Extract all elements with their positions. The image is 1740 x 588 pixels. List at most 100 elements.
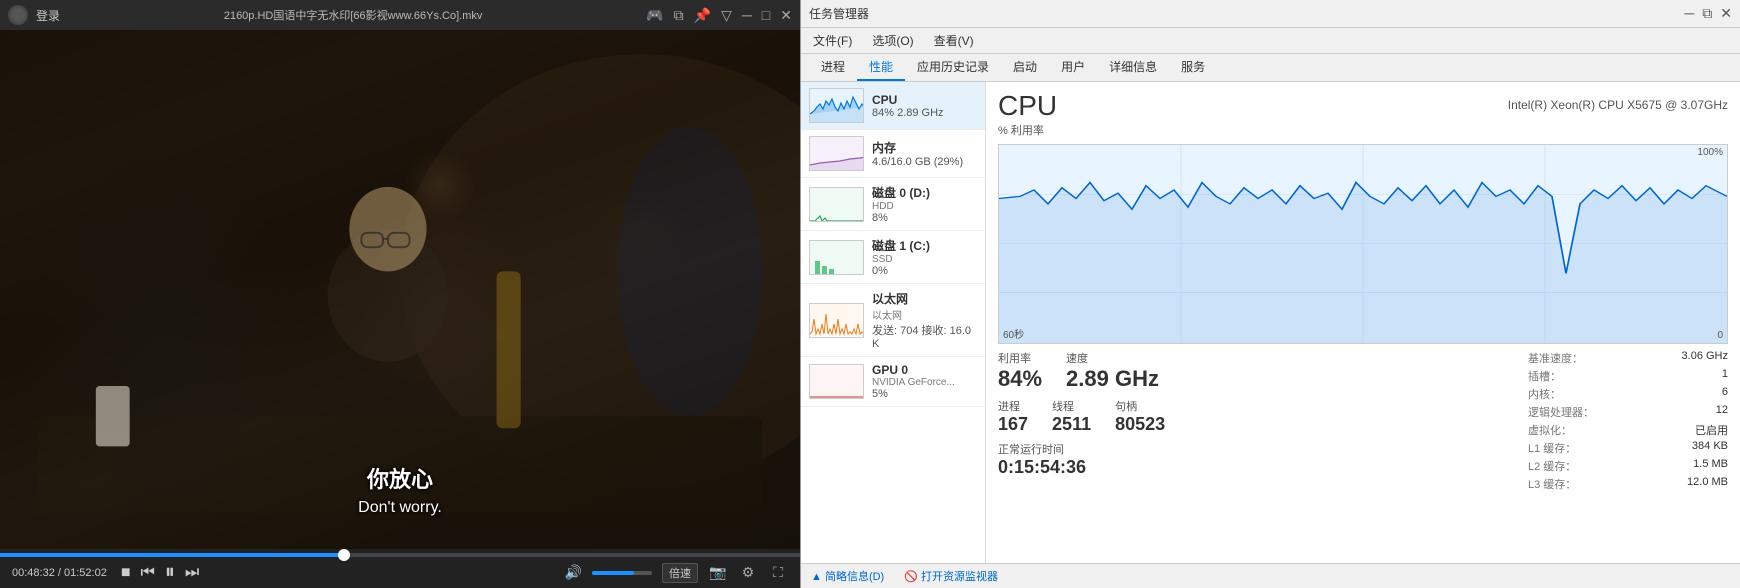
tab-process[interactable]: 进程 (809, 54, 857, 81)
window-pin-icon[interactable]: 📌 (694, 7, 711, 24)
window-menu-icon[interactable]: ▽ (721, 7, 732, 24)
disk1-mini-chart (809, 240, 864, 275)
settings-icon[interactable]: ⚙ (738, 563, 758, 583)
play-pause-button[interactable]: ⏸ (165, 561, 175, 584)
chart-time-label: 60秒 (1003, 326, 1024, 341)
tm-tabs: 进程 性能 应用历史记录 启动 用户 详细信息 服务 (801, 54, 1740, 82)
video-player: 登录 2160p.HD国语中字无水印[66影视www.66Ys.Co].mkv … (0, 0, 800, 588)
next-button[interactable]: ⏭ (185, 564, 199, 582)
fullscreen-icon[interactable]: ⛶ (768, 563, 788, 583)
sidebar-item-memory[interactable]: 内存 4.6/16.0 GB (29%) (801, 130, 985, 178)
eth-sidebar-info: 以太网 以太网 发送: 704 接收: 16.0 K (872, 290, 977, 350)
memory-sidebar-info: 内存 4.6/16.0 GB (29%) (872, 139, 977, 168)
disk1-sidebar-info: 磁盘 1 (C:) SSD 0% (872, 237, 977, 277)
handle-value: 80523 (1115, 414, 1165, 435)
thread-block: 线程 2511 (1052, 398, 1091, 435)
sidebar-item-disk0[interactable]: 磁盘 0 (D:) HDD 8% (801, 178, 985, 231)
tab-startup[interactable]: 启动 (1001, 54, 1049, 81)
cpu-chart: 100% 0 60秒 (998, 144, 1728, 344)
spec-l3: L3 缓存： 12.0 MB (1528, 476, 1728, 492)
tm-close-icon[interactable]: ✕ (1720, 5, 1732, 22)
menu-options[interactable]: 选项(O) (868, 30, 917, 51)
volume-icon[interactable]: 🔊 (565, 564, 582, 581)
eth-type: 以太网 (872, 307, 977, 322)
cpu-header: CPU % 利用率 Intel(R) Xeon(R) CPU X5675 @ 3… (998, 90, 1728, 140)
base-speed-label: 基准速度： (1528, 350, 1583, 366)
task-manager: 任务管理器 ─ ⧉ ✕ 文件(F) 选项(O) 查看(V) 进程 性能 应用历史… (800, 0, 1740, 588)
window-maximize-icon[interactable]: □ (762, 7, 770, 23)
cpu-speed-block: 速度 2.89 GHz (1066, 350, 1159, 392)
gpu-sidebar-name: GPU 0 (872, 363, 977, 377)
cpu-title: CPU (998, 90, 1057, 122)
progress-thumb[interactable] (338, 549, 350, 561)
tab-performance[interactable]: 性能 (857, 54, 905, 81)
usage-label: 利用率 (998, 350, 1042, 366)
menu-file[interactable]: 文件(F) (809, 30, 856, 51)
disk0-sidebar-info: 磁盘 0 (D:) HDD 8% (872, 184, 977, 224)
chart-max-label: 100% (1697, 147, 1723, 158)
gpu-sidebar-info: GPU 0 NVIDIA GeForce... 5% (872, 363, 977, 400)
l2-value: 1.5 MB (1693, 458, 1728, 474)
prev-button[interactable]: ⏮ (141, 564, 155, 582)
tab-services[interactable]: 服务 (1169, 54, 1217, 81)
socket-label: 插槽： (1528, 368, 1561, 384)
window-restore-icon[interactable]: ⧉ (674, 7, 684, 24)
screenshot-icon[interactable]: 📷 (708, 563, 728, 583)
disk0-mini-chart (809, 187, 864, 222)
video-area[interactable]: 你放心 Don't worry. (0, 30, 800, 549)
spec-base-speed: 基准速度： 3.06 GHz (1528, 350, 1728, 366)
proc-block: 进程 167 (998, 398, 1028, 435)
controls-right: 🔊 倍速 📷 ⚙ ⛶ (565, 563, 788, 583)
game-icon[interactable]: 🎮 (646, 7, 663, 24)
player-title: 2160p.HD国语中字无水印[66影视www.66Ys.Co].mkv (224, 7, 483, 23)
menu-view[interactable]: 查看(V) (930, 30, 978, 51)
logical-label: 逻辑处理器： (1528, 404, 1594, 420)
sidebar-item-disk1[interactable]: 磁盘 1 (C:) SSD 0% (801, 231, 985, 284)
summary-link[interactable]: ▲ 简略信息(D) (811, 568, 884, 584)
memory-sidebar-name: 内存 (872, 139, 977, 156)
memory-mini-chart (809, 136, 864, 171)
core-label: 内核： (1528, 386, 1561, 402)
cpu-stats-row: 利用率 84% 速度 2.89 GHz (998, 350, 1528, 392)
speed-badge[interactable]: 倍速 (662, 563, 698, 583)
tab-app-history[interactable]: 应用历史记录 (905, 54, 1001, 81)
tab-users[interactable]: 用户 (1049, 54, 1097, 81)
tm-restore-icon[interactable]: ⧉ (1702, 5, 1712, 22)
proc-value: 167 (998, 414, 1028, 435)
tab-details[interactable]: 详细信息 (1097, 54, 1169, 81)
player-controls: 00:48:32 / 01:52:02 ■ ⏮ ⏸ ⏭ 🔊 倍速 📷 ⚙ (0, 549, 800, 588)
player-login[interactable]: 登录 (36, 7, 60, 24)
tm-sidebar: CPU 84% 2.89 GHz 内存 4.6/16.0 GB (29%) (801, 82, 986, 563)
volume-filled (592, 571, 634, 575)
progress-track[interactable] (0, 553, 800, 557)
spec-logical: 逻辑处理器： 12 (1528, 404, 1728, 420)
l2-label: L2 缓存： (1528, 458, 1576, 474)
subtitle-cn: 你放心 (367, 462, 433, 494)
volume-track[interactable] (592, 571, 652, 575)
sidebar-item-gpu[interactable]: GPU 0 NVIDIA GeForce... 5% (801, 357, 985, 407)
runtime-value: 0:15:54:36 (998, 457, 1528, 478)
tm-content: CPU 84% 2.89 GHz 内存 4.6/16.0 GB (29%) (801, 82, 1740, 563)
disk1-type: SSD (872, 254, 977, 265)
stop-button[interactable]: ■ (121, 564, 131, 582)
window-minimize-icon[interactable]: ─ (742, 7, 752, 23)
cpu-util-label: % 利用率 (998, 122, 1057, 138)
cpu-process-row: 进程 167 线程 2511 句柄 80523 (998, 398, 1528, 435)
l3-label: L3 缓存： (1528, 476, 1576, 492)
tm-minimize-icon[interactable]: ─ (1684, 5, 1694, 22)
thread-value: 2511 (1052, 414, 1091, 435)
speed-value: 2.89 GHz (1066, 366, 1159, 392)
sidebar-item-ethernet[interactable]: 以太网 以太网 发送: 704 接收: 16.0 K (801, 284, 985, 357)
resource-monitor-link[interactable]: 🚫 打开资源监视器 (904, 568, 998, 584)
cpu-usage-block: 利用率 84% (998, 350, 1042, 392)
tm-titlebar: 任务管理器 ─ ⧉ ✕ (801, 0, 1740, 28)
socket-value: 1 (1722, 368, 1728, 384)
spec-l2: L2 缓存： 1.5 MB (1528, 458, 1728, 474)
disk0-sidebar-sub: 8% (872, 212, 977, 224)
sidebar-item-cpu[interactable]: CPU 84% 2.89 GHz (801, 82, 985, 130)
player-title-left: 登录 (8, 5, 60, 25)
cpu-runtime-row: 正常运行时间 0:15:54:36 (998, 441, 1528, 478)
window-close-icon[interactable]: ✕ (780, 7, 792, 24)
spec-virtual: 虚拟化： 已启用 (1528, 422, 1728, 438)
tm-window-controls: ─ ⧉ ✕ (1684, 5, 1732, 22)
